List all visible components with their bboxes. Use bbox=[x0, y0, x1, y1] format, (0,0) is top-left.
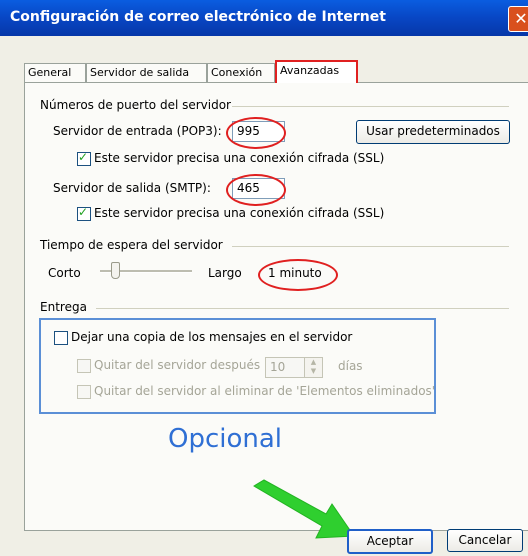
leave-copy-checkbox[interactable] bbox=[54, 331, 68, 345]
incoming-port-highlight bbox=[226, 117, 286, 149]
remove-on-delete-label: Quitar del servidor al eliminar de 'Elem… bbox=[94, 384, 436, 398]
ports-group-header: Números de puerto del servidor bbox=[40, 98, 231, 112]
timeout-slider-thumb[interactable] bbox=[111, 262, 120, 279]
optional-annotation: Opcional bbox=[168, 424, 283, 454]
spin-up-icon[interactable]: ▲ bbox=[305, 358, 322, 367]
leave-copy-label: Dejar una copia de los mensajes en el se… bbox=[71, 330, 353, 344]
timeout-value-highlight bbox=[258, 259, 338, 291]
outgoing-ssl-checkbox[interactable] bbox=[77, 205, 91, 221]
timeout-group-header: Tiempo de espera del servidor bbox=[40, 238, 223, 252]
timeout-group-divider bbox=[232, 246, 509, 247]
delivery-group-divider bbox=[96, 308, 509, 309]
incoming-ssl-label: Este servidor precisa una conexión cifra… bbox=[94, 151, 385, 165]
remove-after-days-input[interactable]: 10 bbox=[265, 357, 305, 378]
tab-outgoing-server[interactable]: Servidor de salida bbox=[86, 63, 207, 82]
use-defaults-button[interactable]: Usar predeterminados bbox=[356, 120, 510, 144]
delivery-group-header: Entrega bbox=[40, 300, 87, 314]
email-settings-window: Configuración de correo electrónico de I… bbox=[0, 0, 528, 556]
outgoing-port-label: Servidor de salida (SMTP): bbox=[53, 181, 211, 195]
incoming-ssl-checkbox[interactable] bbox=[77, 150, 91, 166]
tab-advanced[interactable]: Avanzadas bbox=[275, 60, 358, 83]
spin-down-icon[interactable]: ▼ bbox=[305, 367, 322, 376]
remove-on-delete-checkbox[interactable] bbox=[77, 385, 91, 399]
cancel-button[interactable]: Cancelar bbox=[447, 529, 523, 552]
timeout-short-label: Corto bbox=[48, 266, 81, 280]
advanced-panel bbox=[24, 82, 528, 531]
days-label: días bbox=[338, 359, 363, 373]
window-title: Configuración de correo electrónico de I… bbox=[10, 9, 386, 25]
close-icon[interactable]: ✕ bbox=[508, 6, 528, 32]
ok-button[interactable]: Aceptar bbox=[347, 529, 433, 554]
tab-general[interactable]: General bbox=[24, 63, 86, 82]
outgoing-port-highlight bbox=[226, 174, 286, 206]
ports-group-divider bbox=[232, 106, 509, 107]
incoming-port-label: Servidor de entrada (POP3): bbox=[53, 124, 222, 138]
days-spinner[interactable]: ▲ ▼ bbox=[304, 357, 323, 378]
remove-after-label: Quitar del servidor después bbox=[94, 358, 261, 372]
tab-connection[interactable]: Conexión bbox=[207, 63, 275, 82]
outgoing-ssl-label: Este servidor precisa una conexión cifra… bbox=[94, 206, 385, 220]
remove-after-checkbox[interactable] bbox=[77, 359, 91, 373]
title-bar: Configuración de correo electrónico de I… bbox=[0, 0, 528, 36]
timeout-long-label: Largo bbox=[208, 266, 242, 280]
